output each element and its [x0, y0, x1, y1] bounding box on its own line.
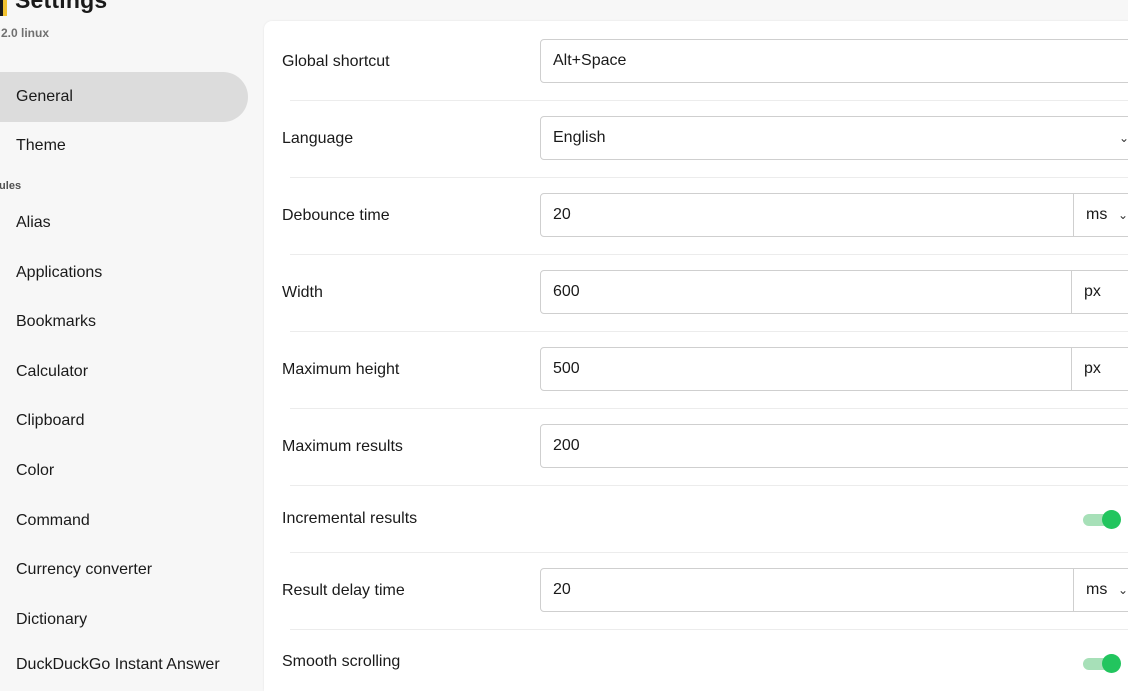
sidebar-item-alias[interactable]: Alias [0, 198, 248, 248]
sidebar-item-label: DuckDuckGo Instant Answer [16, 656, 220, 673]
sidebar-item-label: Bookmarks [16, 313, 97, 330]
language-select-value: English [553, 129, 606, 146]
language-label: Language [282, 130, 354, 147]
sidebar-item-dictionary[interactable]: Dictionary [0, 595, 248, 645]
row-divider [290, 408, 1128, 409]
sidebar-item-label: Applications [16, 264, 103, 281]
unit-value: px [1084, 360, 1101, 377]
page-title: Settings [15, 0, 107, 14]
modules-section-label: lules [0, 180, 22, 192]
debounce-time-unit-select[interactable]: ms ⌄ [1074, 193, 1128, 237]
unit-value: px [1084, 283, 1101, 300]
sidebar-item-theme[interactable]: Theme [0, 121, 248, 171]
sidebar-item-currency-converter[interactable]: Currency converter [0, 545, 248, 595]
smooth-scrolling-label: Smooth scrolling [282, 653, 401, 670]
debounce-time-input[interactable]: 20 [540, 193, 1074, 237]
global-shortcut-input[interactable]: Alt+Space [540, 39, 1128, 83]
chevron-down-icon: ⌄ [1118, 208, 1128, 222]
row-divider [290, 552, 1128, 553]
app-version: 2.0 linux [1, 26, 50, 40]
sidebar-item-command[interactable]: Command [0, 496, 248, 546]
sidebar-item-label: General [16, 88, 73, 105]
app-logo-icon [0, 0, 7, 16]
sidebar-item-duckduckgo[interactable]: DuckDuckGo Instant Answer [0, 640, 248, 690]
sidebar-item-general[interactable]: General [0, 72, 248, 122]
result-delay-time-input[interactable]: 20 [540, 568, 1074, 612]
sidebar-item-label: Command [16, 512, 90, 529]
row-divider [290, 100, 1128, 101]
sidebar-item-label: Currency converter [16, 561, 153, 578]
row-divider [290, 331, 1128, 332]
sidebar-item-label: Dictionary [16, 611, 88, 628]
width-unit: px [1072, 270, 1128, 314]
unit-value: ms [1086, 206, 1108, 223]
width-label: Width [282, 284, 323, 301]
sidebar-item-applications[interactable]: Applications [0, 248, 248, 298]
settings-panel: Global shortcut Alt+Space Language Engli… [264, 21, 1128, 691]
incremental-results-toggle[interactable] [1083, 508, 1121, 530]
sidebar-item-label: Clipboard [16, 412, 85, 429]
sidebar-item-color[interactable]: Color [0, 446, 248, 496]
app-header: Settings [0, 0, 107, 16]
result-delay-time-label: Result delay time [282, 582, 405, 599]
row-divider [290, 485, 1128, 486]
sidebar-item-calculator[interactable]: Calculator [0, 347, 248, 397]
sidebar-item-label: Calculator [16, 363, 89, 380]
unit-value: ms [1086, 581, 1108, 598]
incremental-results-label: Incremental results [282, 510, 418, 527]
chevron-down-icon: ⌄ [1119, 131, 1128, 145]
row-divider [290, 177, 1128, 178]
maximum-results-input[interactable]: 200 [540, 424, 1128, 468]
maximum-results-label: Maximum results [282, 438, 403, 455]
maximum-height-label: Maximum height [282, 361, 400, 378]
maximum-height-unit: px [1072, 347, 1128, 391]
sidebar-item-bookmarks[interactable]: Bookmarks [0, 297, 248, 347]
chevron-down-icon: ⌄ [1118, 583, 1128, 597]
global-shortcut-label: Global shortcut [282, 53, 390, 70]
sidebar-item-label: Color [16, 462, 55, 479]
width-input[interactable]: 600 [540, 270, 1072, 314]
sidebar-item-label: Theme [16, 137, 66, 154]
result-delay-time-unit-select[interactable]: ms ⌄ [1074, 568, 1128, 612]
debounce-time-label: Debounce time [282, 207, 390, 224]
maximum-height-input[interactable]: 500 [540, 347, 1072, 391]
row-divider [290, 254, 1128, 255]
row-divider [290, 629, 1128, 630]
sidebar-item-label: Alias [16, 214, 51, 231]
language-select[interactable]: English ⌄ [540, 116, 1128, 160]
sidebar: Settings 2.0 linux General Theme lules A… [0, 0, 256, 673]
sidebar-item-clipboard[interactable]: Clipboard [0, 396, 248, 446]
